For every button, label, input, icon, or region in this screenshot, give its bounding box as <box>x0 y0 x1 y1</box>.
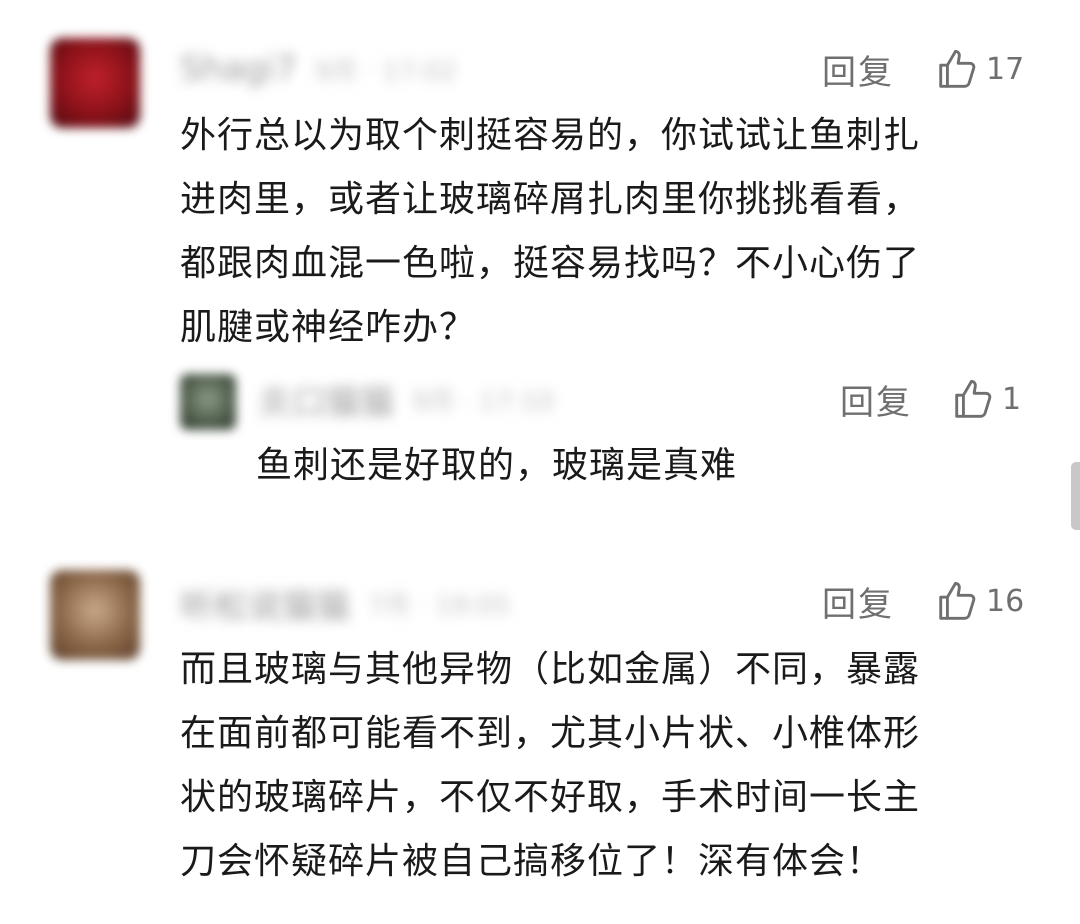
comment-time: 9月 · 17:02 <box>314 56 457 87</box>
reply-text: 鱼刺还是好取的，玻璃是真难 <box>256 434 737 498</box>
reply-button[interactable]: 回复 <box>822 577 894 626</box>
comment-text-line: 状的玻璃碎片，不仅不好取，手术时间一长主 <box>180 777 921 818</box>
reply-button[interactable]: 回复 <box>822 45 894 94</box>
like-button[interactable]: 16 <box>934 578 1024 624</box>
comment-time: 7月 · 19:05 <box>368 590 511 621</box>
like-count: 17 <box>986 51 1025 87</box>
comment-text-line: 进肉里，或者让玻璃碎屑扎肉里你挑挑看看， <box>180 179 921 220</box>
scrollbar-thumb[interactable] <box>1071 462 1080 530</box>
thumbs-up-icon <box>939 581 976 620</box>
thumbs-up-icon <box>955 379 992 418</box>
reply-actions: 回复 1 <box>840 374 1021 424</box>
user-meta: Shagi7 9月 · 17:02 <box>180 49 457 89</box>
reply-avatar[interactable] <box>180 374 236 430</box>
comment-text-line: 在面前都可能看不到，尤其小片状、小椎体形 <box>180 713 921 754</box>
comment-text: 外行总以为取个刺挺容易的，你试试让鱼刺扎 进肉里，或者让玻璃碎屑扎肉里你挑挑看看… <box>180 104 920 360</box>
comment-text-line: 刀会怀疑碎片被自己搞移位了！深有体会！ <box>180 841 884 882</box>
reply-button[interactable]: 回复 <box>840 375 912 424</box>
avatar[interactable] <box>50 570 140 660</box>
user-meta: 听松说猫猫 7月 · 19:05 <box>180 586 511 627</box>
user-name[interactable]: 听松说猫猫 <box>180 579 350 628</box>
comment-actions: 回复 16 <box>822 576 1024 626</box>
comment-text-line: 而且玻璃与其他异物（比如金属）不同，暴露 <box>180 649 921 690</box>
comment-text-line: 肌腱或神经咋办？ <box>180 307 477 348</box>
like-count: 1 <box>1002 381 1022 417</box>
comment-actions: 回复 17 <box>822 44 1024 94</box>
like-button[interactable]: 1 <box>950 376 1021 422</box>
thumbs-up-icon <box>939 49 976 88</box>
reply-user-meta: 炎口猫猫 9月 · 17:10 <box>258 382 555 423</box>
comment-text-line: 都跟肉血混一色啦，挺容易找吗？不小心伤了 <box>180 243 921 284</box>
user-name[interactable]: Shagi7 <box>180 49 297 89</box>
reply-time: 9月 · 17:10 <box>412 386 555 417</box>
comment-text: 而且玻璃与其他异物（比如金属）不同，暴露 在面前都可能看不到，尤其小片状、小椎体… <box>180 638 920 894</box>
reply-user-name[interactable]: 炎口猫猫 <box>258 375 394 424</box>
reply-text-line: 鱼刺还是好取的，玻璃是真难 <box>256 445 738 486</box>
comment-text-line: 外行总以为取个刺挺容易的，你试试让鱼刺扎 <box>180 115 921 156</box>
avatar[interactable] <box>50 38 140 128</box>
like-button[interactable]: 17 <box>934 46 1024 92</box>
like-count: 16 <box>986 583 1025 619</box>
